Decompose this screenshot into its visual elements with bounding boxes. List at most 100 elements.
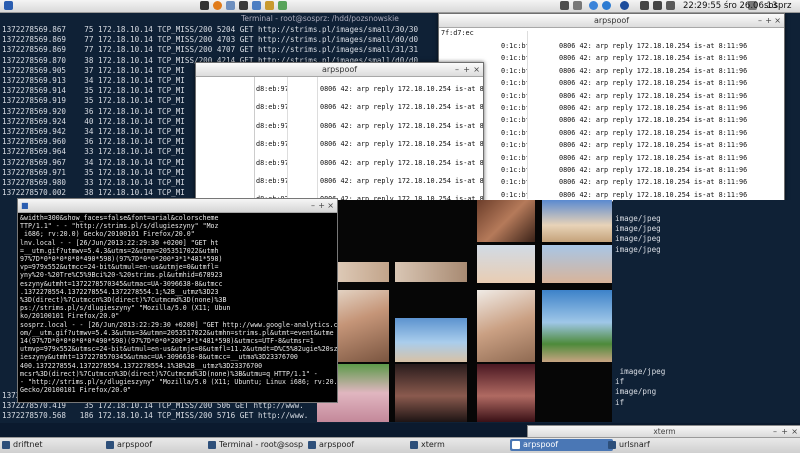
mac-address: 0:1c:bf xyxy=(501,66,530,75)
taskbar-item-arpspoof[interactable]: arpspoof xyxy=(104,439,152,451)
terminal-line: image/png xyxy=(615,387,657,397)
taskbar-item-terminal[interactable]: Terminal - root@sosp xyxy=(206,439,303,451)
minimize-icon[interactable]: – xyxy=(773,426,777,437)
arp-reply-line: 0806 42: arp reply 172.18.10.254 is-at 8… xyxy=(320,121,484,130)
arpspoof-window-back[interactable]: arpspoof – + × 7f:d7:ec 0:1c:bf 0806 42: … xyxy=(438,13,785,202)
image-thumbnail[interactable] xyxy=(542,290,612,362)
maximize-icon[interactable]: + xyxy=(765,15,772,26)
terminal-line: 1372278569.960 36 172.18.10.14 TCP_MI xyxy=(2,137,185,147)
arp-reply-line: 0806 42: arp reply 172.18.10.254 is-at 8… xyxy=(559,104,748,112)
files-icon[interactable] xyxy=(226,1,235,10)
taskbar-item-arpspoof-active[interactable]: arpspoof xyxy=(510,439,613,451)
folder-icon[interactable] xyxy=(265,1,274,10)
arp-reply-line: 0806 42: arp reply 172.18.10.254 is-at 8… xyxy=(559,79,748,88)
minimize-icon[interactable]: – xyxy=(455,64,459,75)
image-thumbnail[interactable] xyxy=(477,200,535,242)
maximize-icon[interactable]: + xyxy=(318,200,325,211)
image-thumbnail[interactable] xyxy=(395,318,467,362)
app-menu-icon[interactable] xyxy=(4,1,13,10)
minimize-icon[interactable]: – xyxy=(311,200,315,211)
taskbar-item-xterm[interactable]: xterm xyxy=(408,439,445,451)
image-thumbnail[interactable] xyxy=(477,290,535,362)
top-panel: 22:29:55 śro 26.06.13 sosprz xyxy=(0,0,800,13)
hp-icon[interactable] xyxy=(620,1,629,10)
user-label[interactable]: sosprz xyxy=(764,0,791,12)
shield-icon[interactable] xyxy=(239,1,248,10)
arp-reply-line: 0806 42: arp reply 172.18.10.254 is-at 8… xyxy=(559,141,748,150)
urlsnarf-window[interactable]: ■ – + × &width=300&show_faces=false&font… xyxy=(17,198,338,403)
taskbar-item-arpspoof[interactable]: arpspoof xyxy=(306,439,354,451)
settings-icon[interactable] xyxy=(573,1,582,10)
terminal-line: 1372278570.002 38 172.18.10.14 TCP_MI xyxy=(2,188,185,198)
arpspoof-front-titlebar[interactable]: arpspoof – + × xyxy=(196,63,483,77)
arpspoof-back-titlebar[interactable]: arpspoof – + × xyxy=(439,14,784,28)
mac-address: 0:1c:bf xyxy=(501,91,530,100)
urlsnarf-titlebar[interactable]: ■ – + × xyxy=(18,199,337,213)
terminal-line: 1372278569.924 40 172.18.10.14 TCP_MI xyxy=(2,116,185,126)
window-menu-icon[interactable]: ■ xyxy=(21,200,29,211)
arp-reply-line: 0806 42: arp reply 172.18.10.254 is-at 8… xyxy=(559,116,748,125)
close-icon[interactable]: × xyxy=(791,426,798,437)
minimize-icon[interactable]: – xyxy=(758,15,762,26)
arp-reply-line: 0806 42: arp reply 172.18.10.254 is-at 8… xyxy=(559,42,748,50)
arpspoof-front-title: arpspoof xyxy=(321,65,358,74)
arpspoof-back-first-line: 7f:d7:ec xyxy=(441,29,474,37)
close-icon[interactable]: × xyxy=(473,64,480,75)
arp-reply-line: 0806 42: arp reply 172.18.10.254 is-at 8… xyxy=(559,66,748,75)
terminal-line: 1372278569.914 35 172.18.10.14 TCP_MI xyxy=(2,86,185,96)
terminal-line: 1372278569.869 77 172.18.10.14 TCP_MISS/… xyxy=(2,35,419,45)
terminal-line: if xyxy=(615,397,625,407)
image-thumbnail[interactable] xyxy=(395,262,467,282)
maximize-icon[interactable]: + xyxy=(463,64,470,75)
redaction-box xyxy=(527,31,556,199)
taskbar-item-driftnet[interactable]: driftnet xyxy=(0,439,43,451)
taskbar: driftnet arpspoof Terminal - root@sosp a… xyxy=(0,437,800,453)
taskbar-item-urlsnarf[interactable]: urlsnarf xyxy=(606,439,650,451)
maximize-icon[interactable]: + xyxy=(781,426,788,437)
terminal-line: 1372278569.980 33 172.18.10.14 TCP_MI xyxy=(2,178,185,187)
arp-reply-line: 0806 42: arp reply 172.18.10.254 is-at 8… xyxy=(320,177,484,185)
terminal-line: 1372278569.905 37 172.18.10.14 TCP_MI xyxy=(2,65,185,75)
arp-reply-line: 0806 42: arp reply 172.18.10.254 is-at 8… xyxy=(320,140,484,149)
image-thumbnail[interactable] xyxy=(542,245,612,283)
image-thumbnail[interactable] xyxy=(477,364,535,422)
image-thumbnail[interactable] xyxy=(395,364,467,422)
arp-reply-line: 0806 42: arp reply 172.18.10.254 is-at 8… xyxy=(559,153,748,162)
terminal-line: image/jpeg xyxy=(615,214,661,223)
urlsnarf-output: &width=300&show_faces=false&font=arial&c… xyxy=(20,214,338,395)
mac-address: 0:1c:bf xyxy=(501,79,530,88)
terminal-line: 1372278569.867 75 172.18.10.14 TCP_MISS/… xyxy=(2,25,419,34)
terminal-icon[interactable] xyxy=(200,1,209,10)
arp-reply-line: 0806 42: arp reply 172.18.10.254 is-at 8… xyxy=(320,103,484,112)
network-icon[interactable] xyxy=(252,1,261,10)
window-icon xyxy=(512,441,520,449)
arp-reply-line: 0806 42: arp reply 172.18.10.254 is-at 8… xyxy=(559,190,748,199)
taskbar-item-label: xterm xyxy=(421,440,445,449)
terminal-line: image/jpeg xyxy=(615,234,661,244)
volume-icon[interactable] xyxy=(653,1,662,10)
wifi-icon[interactable] xyxy=(640,1,649,10)
mac-address: 0:1c:bf xyxy=(501,54,530,63)
window-icon xyxy=(106,441,114,449)
image-thumbnail[interactable] xyxy=(542,200,612,242)
taskbar-item-label: Terminal - root@sosp xyxy=(219,440,304,449)
wireshark-icon[interactable] xyxy=(560,1,569,10)
chrome-icon[interactable] xyxy=(589,1,598,10)
close-icon[interactable]: × xyxy=(327,200,334,211)
image-thumbnail[interactable] xyxy=(477,245,535,283)
update-icon[interactable] xyxy=(602,1,611,10)
driftnet-image-panel[interactable] xyxy=(317,200,612,422)
battery-icon[interactable] xyxy=(666,1,675,10)
mac-address: 0:1c:bf xyxy=(501,166,530,174)
arp-reply-line: 0806 42: arp reply 172.18.10.254 is-at 8… xyxy=(320,158,484,167)
mac-address: 0:1c:bf xyxy=(501,116,530,125)
close-icon[interactable]: × xyxy=(774,15,781,26)
arp-reply-line: 0806 42: arp reply 172.18.10.254 is-at 8… xyxy=(559,54,748,63)
terminal-line: 1372278569.920 36 172.18.10.14 TCP_MI xyxy=(2,106,185,116)
background-terminal-title: Terminal - root@sosprz: /hdd/pozsnowskie xyxy=(241,14,399,23)
browser-icon[interactable] xyxy=(213,1,222,10)
chat-icon[interactable] xyxy=(278,1,287,10)
arp-reply-line: 0806 42: arp reply 172.18.10.254 is-at 8… xyxy=(559,91,748,100)
terminal-line: 1372278569.942 34 172.18.10.14 TCP_MI xyxy=(2,127,185,136)
mac-address: 0:1c:bf xyxy=(501,153,530,162)
